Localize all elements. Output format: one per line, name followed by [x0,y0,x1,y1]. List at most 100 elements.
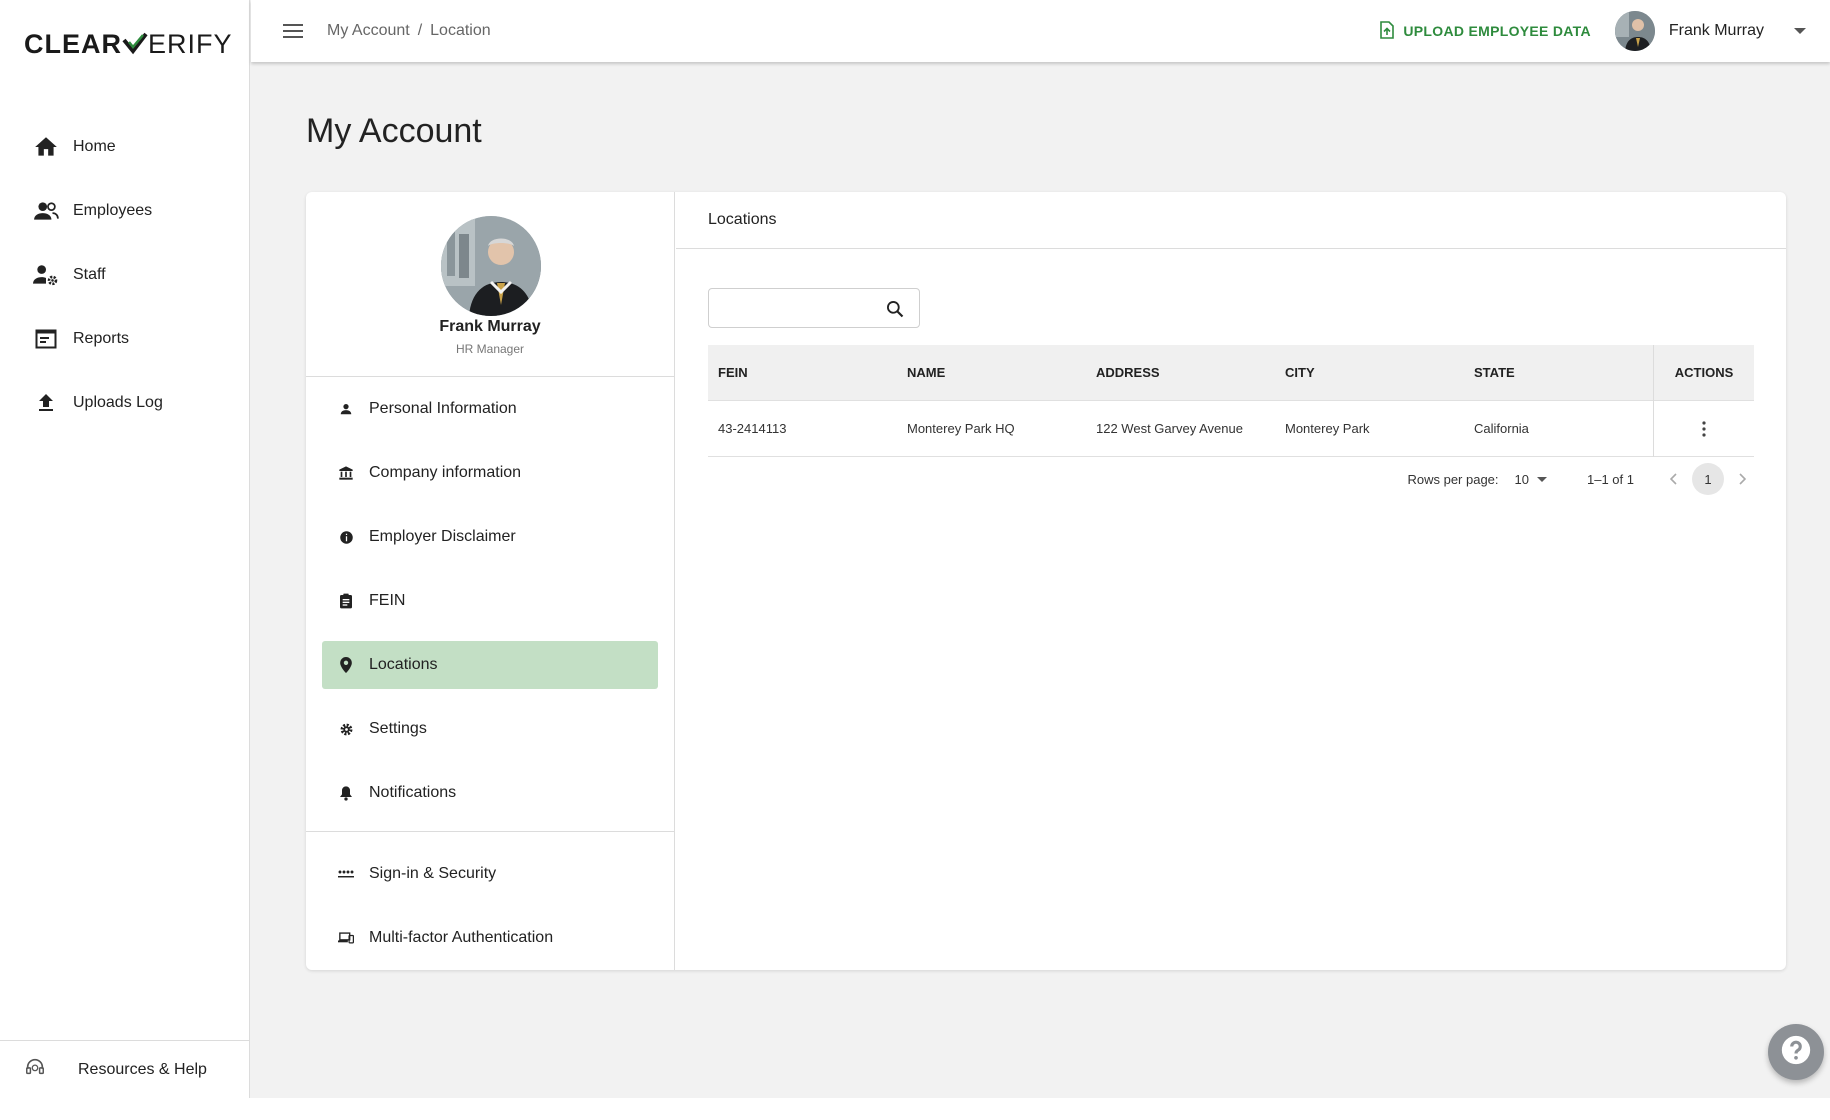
topbar-right: UPLOAD EMPLOYEE DATA Frank Murray [1379,0,1806,62]
chevron-left-icon[interactable] [1662,467,1686,491]
cell-state: California [1474,421,1529,436]
column-header-city[interactable]: CITY [1275,365,1464,380]
chevron-down-icon [1537,476,1547,482]
menu-item-fein[interactable]: FEIN [322,577,658,625]
menu-item-label: Sign-in & Security [369,865,497,882]
panel-header: Locations [676,192,1786,249]
menu-icon[interactable] [281,18,307,44]
sidebar-item-reports[interactable]: Reports [0,307,250,371]
rows-per-page-select[interactable]: 10 [1515,472,1547,487]
profile-avatar [441,216,541,316]
resources-help-label: Resources & Help [78,1060,207,1078]
search-input[interactable] [717,297,877,319]
profile-role: HR Manager [455,342,525,356]
column-header-fein[interactable]: FEIN [708,365,897,380]
menu-item-label: Personal Information [369,400,517,417]
info-icon [338,529,354,545]
location-pin-icon [338,657,354,673]
menu-item-label: Employer Disclaimer [369,528,516,545]
bottom-strip [0,1098,1830,1120]
menu-item-personal-information[interactable]: Personal Information [322,385,658,433]
page-number-button[interactable]: 1 [1692,463,1724,495]
check-icon [122,31,148,57]
people-icon [33,198,59,224]
menu-item-sign-in-security[interactable]: Sign-in & Security [322,850,658,898]
logo-text-right: ERIFY [148,28,233,59]
sidebar-item-staff[interactable]: Staff [0,243,250,307]
pagination-range: 1–1 of 1 [1587,471,1634,487]
help-button[interactable] [1768,1024,1824,1080]
user-name[interactable]: Frank Murray [1669,22,1764,40]
table-row[interactable]: 43-2414113 Monterey Park HQ 122 West Gar… [708,400,1754,457]
breadcrumb-separator: / [417,22,423,39]
menu-divider [306,831,674,832]
cell-city: Monterey Park [1285,421,1370,436]
menu-item-notifications[interactable]: Notifications [322,769,658,817]
sidebar-item-uploads-log[interactable]: Uploads Log [0,371,250,435]
menu-item-label: Company information [369,464,522,481]
sidebar-item-label: Staff [73,266,106,283]
question-icon [1779,1033,1813,1072]
home-icon [33,134,59,160]
menu-item-label: Notifications [369,784,457,801]
sidebar-item-label: Home [73,138,116,155]
sidebar: CLEAR ERIFY Home Employees Staff Reports… [0,0,250,1098]
column-header-state[interactable]: STATE [1464,365,1653,380]
bank-icon [338,465,354,481]
pagination: Rows per page: 10 1–1 of 1 1 [708,459,1754,499]
breadcrumb: My Account / Location [327,22,491,40]
top-bar: My Account / Location UPLOAD EMPLOYEE DA… [251,0,1830,62]
sidebar-item-home[interactable]: Home [0,115,250,179]
account-menu: Personal Information Company information… [306,377,674,962]
account-card: Frank Murray HR Manager Personal Informa… [306,192,1786,970]
locations-table: FEIN NAME ADDRESS CITY STATE ACTIONS 43-… [708,344,1754,457]
upload-icon [33,390,59,416]
rows-per-page-label: Rows per page: [1407,471,1499,487]
menu-item-locations[interactable]: Locations [322,641,658,689]
page-title: My Account [306,112,482,150]
sidebar-item-label: Reports [73,330,130,347]
menu-item-label: Multi-factor Authentication [369,929,554,946]
upload-employee-data-label: UPLOAD EMPLOYEE DATA [1403,23,1591,39]
search-icon[interactable] [885,299,905,319]
table-header: FEIN NAME ADDRESS CITY STATE ACTIONS [708,344,1754,401]
more-vertical-icon[interactable] [1694,419,1714,439]
file-upload-icon [1379,20,1395,42]
gear-icon [338,721,354,737]
menu-item-label: Settings [369,720,427,737]
menu-item-employer-disclaimer[interactable]: Employer Disclaimer [322,513,658,561]
column-header-address[interactable]: ADDRESS [1086,365,1275,380]
account-menu-panel: Frank Murray HR Manager Personal Informa… [306,192,675,970]
main-nav: Home Employees Staff Reports Uploads Log [0,115,250,435]
cell-fein: 43-2414113 [718,421,787,436]
cell-actions [1653,400,1754,457]
profile-summary: Frank Murray HR Manager [306,192,674,377]
cell-name: Monterey Park HQ [907,421,1015,436]
menu-item-label: Locations [369,656,438,673]
upload-employee-data-button[interactable]: UPLOAD EMPLOYEE DATA [1379,20,1591,42]
clipboard-icon [338,593,354,609]
breadcrumb-my-account[interactable]: My Account [327,22,410,40]
locations-panel: Locations FEIN NAME ADDRESS CITY STATE A… [676,192,1786,970]
clearverify-logo[interactable]: CLEAR ERIFY [24,28,233,60]
logo-text-left: CLEAR [24,28,122,59]
account-dropdown-icon[interactable] [1794,28,1806,34]
avatar[interactable] [1614,11,1655,51]
menu-item-label: FEIN [369,592,406,609]
resources-help-link[interactable]: Resources & Help [0,1040,250,1098]
reports-icon [33,326,59,352]
sidebar-item-label: Employees [73,202,153,219]
search-box [708,288,920,328]
sidebar-item-employees[interactable]: Employees [0,179,250,243]
column-header-actions: ACTIONS [1653,344,1754,401]
rows-per-page-value: 10 [1514,471,1529,487]
devices-icon [338,930,354,946]
menu-item-multi-factor-authentication[interactable]: Multi-factor Authentication [322,914,658,962]
sidebar-item-label: Uploads Log [73,394,163,411]
menu-item-company-information[interactable]: Company information [322,449,658,497]
password-icon [338,866,354,882]
chevron-right-icon[interactable] [1730,467,1754,491]
bell-icon [338,785,354,801]
menu-item-settings[interactable]: Settings [322,705,658,753]
column-header-name[interactable]: NAME [897,365,1086,380]
